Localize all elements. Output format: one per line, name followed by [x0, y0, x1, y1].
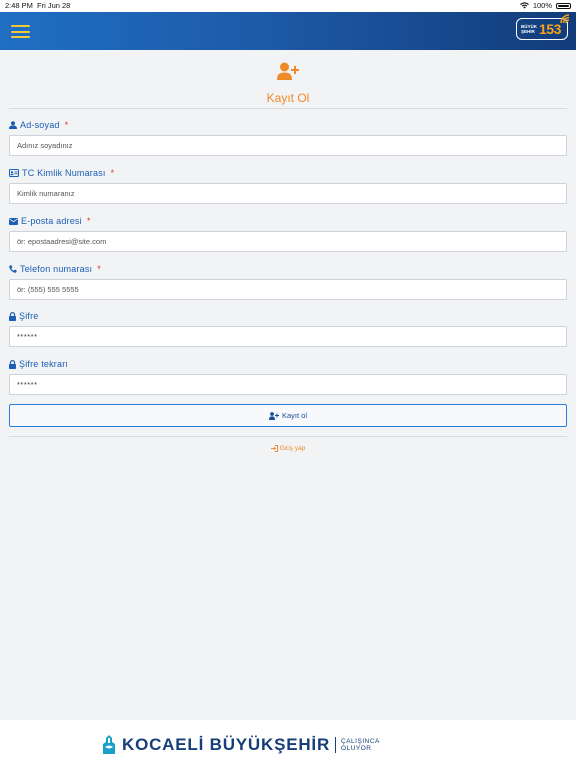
sifre-tekrari-input[interactable]: ****** — [9, 374, 567, 395]
label-text: Şifre tekrarı — [19, 359, 69, 369]
label-text: TC Kimlik Numarası — [22, 168, 106, 178]
hamburger-icon[interactable] — [11, 25, 30, 38]
label-ad-soyad: Ad-soyad * — [9, 120, 68, 130]
envelope-icon — [9, 217, 18, 225]
phone-icon — [9, 265, 17, 273]
label-text: E-posta adresi — [21, 216, 82, 226]
status-time: 2:48 PM — [5, 1, 33, 10]
page-header: Kayıt Ol — [0, 62, 576, 105]
eposta-input[interactable]: ör: epostaadresi@site.com — [9, 231, 567, 252]
slogan-line-2: OLUYOR — [341, 745, 372, 752]
label-sifre: Şifre — [9, 311, 39, 321]
required-mark: * — [110, 168, 115, 178]
register-form-area: Kayıt Ol Ad-soyad * Adınız soyadınız TC K… — [0, 50, 576, 720]
page-title: Kayıt Ol — [266, 91, 310, 105]
brand-separator — [335, 737, 337, 753]
label-sifre-tekrari: Şifre tekrarı — [9, 359, 68, 369]
register-button[interactable]: Kayıt ol — [9, 404, 567, 427]
battery-icon — [556, 2, 571, 9]
label-text: Şifre — [19, 311, 39, 321]
logo-number: 153 — [539, 21, 561, 37]
brand-name: KOCAELİ BÜYÜKŞEHİR — [122, 735, 331, 754]
label-eposta: E-posta adresi * — [9, 216, 91, 226]
kocaeli-emblem-icon — [103, 735, 115, 754]
battery-percent: 100% — [532, 1, 552, 10]
app-header: BÜYÜK ŞEHİR 153 — [0, 12, 576, 50]
id-card-icon — [9, 169, 19, 177]
sifre-input[interactable]: ****** — [9, 326, 567, 347]
sign-in-icon — [270, 445, 278, 452]
logo-153: BÜYÜK ŞEHİR 153 — [516, 14, 570, 40]
required-mark: * — [86, 216, 91, 226]
label-text: Ad-soyad — [20, 120, 60, 130]
brand-slogan: ÇALIŞINCA OLUYOR — [341, 738, 380, 752]
label-telefon: Telefon numarası * — [9, 264, 101, 274]
telefon-input[interactable]: ör: (555) 555 5555 — [9, 279, 567, 300]
user-icon — [9, 121, 17, 129]
logo-small-bottom: ŞEHİR — [521, 29, 535, 34]
lock-icon — [9, 359, 16, 369]
user-plus-icon — [277, 62, 299, 80]
signal-waves-icon — [560, 14, 570, 24]
login-link-label: Giriş yap — [279, 445, 306, 452]
footer: KOCAELİ BÜYÜKŞEHİR ÇALIŞINCA OLUYOR — [0, 720, 576, 768]
label-tc-kimlik: TC Kimlik Numarası * — [9, 168, 114, 178]
status-date: Fri Jun 28 — [37, 1, 71, 10]
status-right: 100% — [519, 1, 571, 10]
lock-icon — [9, 311, 16, 321]
status-bar: 2:48 PM Fri Jun 28 100% — [0, 0, 576, 12]
wifi-icon — [519, 2, 529, 9]
brand-logo: KOCAELİ BÜYÜKŞEHİR ÇALIŞINCA OLUYOR — [100, 734, 380, 756]
user-plus-icon — [268, 411, 279, 420]
bottom-divider — [9, 436, 567, 437]
ad-soyad-input[interactable]: Adınız soyadınız — [9, 135, 567, 156]
slogan-line-1: ÇALIŞINCA — [341, 738, 380, 745]
required-mark: * — [97, 264, 101, 274]
tc-kimlik-input[interactable]: Kimlik numaranız — [9, 183, 567, 204]
label-text: Telefon numarası — [20, 264, 93, 274]
required-mark: * — [64, 120, 69, 130]
login-link[interactable]: Giriş yap — [0, 445, 576, 452]
register-button-label: Kayıt ol — [281, 411, 307, 420]
title-divider — [9, 108, 567, 109]
logo-small-text: BÜYÜK ŞEHİR — [521, 24, 539, 34]
